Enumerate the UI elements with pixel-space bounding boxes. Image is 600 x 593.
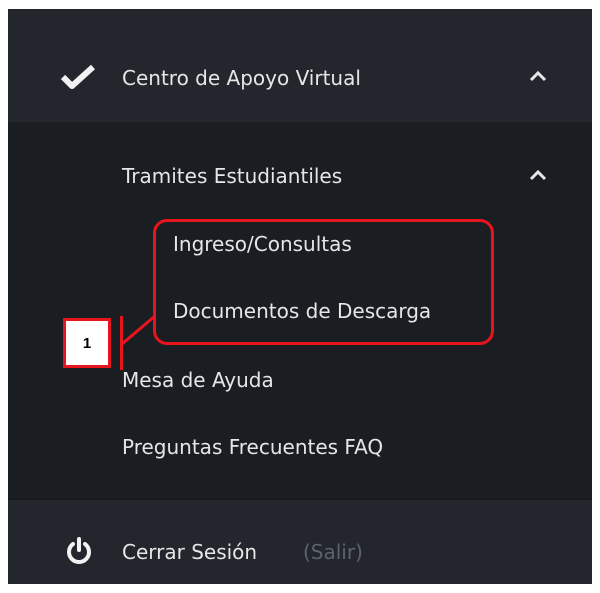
annotation-connector — [121, 314, 156, 346]
annotation-marker-bar — [120, 316, 123, 370]
annotation-callout-number: 1 — [63, 318, 111, 368]
